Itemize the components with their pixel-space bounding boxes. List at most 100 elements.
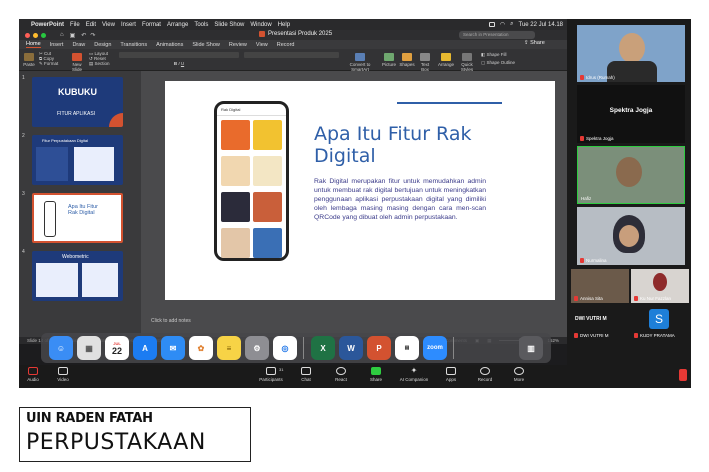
redo-icon[interactable]: ↷ (90, 32, 95, 39)
mail-icon[interactable]: ✉ (161, 336, 185, 360)
zoom-window-button[interactable] (41, 32, 46, 38)
participants-button[interactable]: Participants 31 (257, 367, 285, 382)
document-preview-icon[interactable]: ▤ (395, 336, 419, 360)
thumbnail-slide-2[interactable]: Fitur Perpustakaan Digital (32, 135, 123, 185)
participant-tile[interactable]: S KUDY PRATAMA (631, 306, 689, 340)
chrome-icon[interactable]: ◎ (273, 336, 297, 360)
thumbnail-slide-3-selected[interactable]: Apa Itu Fitur Rak Digital (32, 193, 123, 243)
tab-home[interactable]: Home (26, 41, 41, 48)
ai-companion-button[interactable]: ✦ AI Companion (397, 367, 431, 383)
wifi-icon[interactable]: ◠ (500, 21, 505, 28)
settings-icon[interactable]: ⚙ (245, 336, 269, 360)
current-slide[interactable]: Rak Digital Apa Itu Fitur Rak Digital Ra… (165, 81, 555, 300)
thumbnail-logo-text: KUBUKU (58, 87, 97, 97)
format-painter-button[interactable]: ✎ Format (39, 61, 58, 66)
menu-window[interactable]: Window (250, 22, 271, 28)
share-button[interactable]: ⇪ Share (524, 40, 545, 46)
search-menubar-icon[interactable]: ⌕ (510, 21, 513, 28)
home-icon[interactable]: ⌂ (60, 32, 64, 38)
battery-icon[interactable] (488, 22, 495, 27)
tab-view[interactable]: View (256, 42, 268, 48)
save-icon[interactable]: ▣ (70, 32, 76, 39)
notes-field[interactable]: Click to add notes (151, 318, 191, 324)
menu-format[interactable]: Format (142, 22, 161, 28)
tab-draw[interactable]: Draw (72, 42, 85, 48)
record-button[interactable]: Record (471, 367, 499, 382)
bold-icon[interactable]: B (174, 61, 177, 66)
close-window-button[interactable] (25, 32, 30, 38)
react-button[interactable]: React (327, 367, 355, 382)
zoom-app-icon[interactable]: zoom (423, 336, 447, 360)
search-input[interactable]: Search in Presentation (459, 31, 535, 39)
app-store-icon[interactable]: A (133, 336, 157, 360)
powerpoint-icon[interactable]: P (367, 336, 391, 360)
menu-help[interactable]: Help (278, 22, 290, 28)
menu-view[interactable]: View (102, 22, 115, 28)
participant-tile[interactable]: Spektra Jogja Spektra Jogja (577, 85, 685, 143)
tab-insert[interactable]: Insert (50, 42, 64, 48)
picture-button[interactable]: Picture (381, 53, 397, 67)
paste-button[interactable]: Paste (22, 53, 36, 67)
share-screen-button[interactable]: Share (362, 367, 390, 382)
trash-icon[interactable]: ▥ (519, 336, 543, 360)
audio-button[interactable]: Audio (19, 367, 47, 382)
menu-insert[interactable]: Insert (121, 22, 136, 28)
photos-icon[interactable]: ✿ (189, 336, 213, 360)
apps-icon (446, 367, 456, 375)
shape-fill-button[interactable]: ◧ Shape Fill (481, 52, 515, 57)
tab-record[interactable]: Record (277, 42, 295, 48)
shapes-button[interactable]: Shapes (399, 53, 415, 67)
tab-animations[interactable]: Animations (156, 42, 183, 48)
chat-button[interactable]: Chat (292, 367, 320, 382)
participant-tile[interactable]: Ku Nur Fazzlan (631, 269, 689, 303)
audio-label: Audio (27, 377, 39, 382)
tab-transitions[interactable]: Transitions (120, 42, 147, 48)
participant-tile[interactable]: Idrus (Rumah) (577, 25, 685, 82)
calendar-icon[interactable]: JUL 22 (105, 336, 129, 360)
convert-smartart-button[interactable]: Convert to SmartArt (349, 53, 371, 72)
section-button[interactable]: ▤ Section (89, 61, 110, 66)
menu-slideshow[interactable]: Slide Show (214, 22, 244, 28)
thumbnail-slide-4[interactable]: Webometric (32, 251, 123, 301)
minimize-window-button[interactable] (33, 32, 38, 38)
paragraph-controls[interactable] (244, 52, 339, 58)
undo-icon[interactable]: ↶ (81, 32, 86, 39)
tab-slide-show[interactable]: Slide Show (192, 42, 220, 48)
underline-icon[interactable]: U (181, 61, 184, 66)
participant-tile-active[interactable]: Hafiz (577, 146, 685, 204)
textbox-button[interactable]: Text Box (417, 53, 433, 72)
quick-styles-button[interactable]: Quick Styles (458, 53, 476, 72)
menu-clock[interactable]: Tue 22 Jul 14.18 (519, 22, 563, 28)
shape-format-group: ◧ Shape Fill ▢ Shape Outline (481, 52, 515, 65)
shape-outline-button[interactable]: ▢ Shape Outline (481, 60, 515, 65)
launchpad-icon[interactable]: ▦ (77, 336, 101, 360)
new-slide-button[interactable]: New Slide (69, 53, 85, 72)
word-icon[interactable]: W (339, 336, 363, 360)
participant-tile[interactable]: DWI VUTRI M DWI VUTRI M (571, 306, 629, 340)
participant-tile[interactable]: Annisa Sita (571, 269, 629, 303)
menu-arrange[interactable]: Arrange (167, 22, 188, 28)
font-selector[interactable] (119, 52, 239, 58)
font-format-controls[interactable]: B I U (119, 61, 239, 67)
menu-edit[interactable]: Edit (86, 22, 96, 28)
menu-file[interactable]: File (70, 22, 80, 28)
dock: ☺ ▦ JUL 22 A ✉ ✿ ≡ ⚙ ◎ X W P ▤ zoom ▥ (41, 333, 551, 363)
tab-design[interactable]: Design (94, 42, 111, 48)
menu-tools[interactable]: Tools (194, 22, 208, 28)
notes-app-icon[interactable]: ≡ (217, 336, 241, 360)
participant-tile[interactable]: Nurmalina (577, 207, 685, 265)
more-button[interactable]: More (505, 367, 533, 382)
video-button[interactable]: Video (49, 367, 77, 382)
phone-mockup: Rak Digital (214, 101, 289, 261)
italic-icon[interactable]: I (178, 61, 179, 66)
thumbnail-slide-1[interactable]: KUBUKU FITUR APLIKASI (32, 77, 123, 127)
share-screen-label: Share (369, 377, 382, 382)
leave-button[interactable] (679, 369, 687, 381)
finder-icon[interactable]: ☺ (49, 336, 73, 360)
excel-icon[interactable]: X (311, 336, 335, 360)
arrange-button[interactable]: Arrange (437, 53, 455, 67)
tab-review[interactable]: Review (229, 42, 247, 48)
apps-button[interactable]: Apps (437, 367, 465, 382)
menu-app-name[interactable]: PowerPoint (31, 22, 64, 28)
more-label: More (513, 377, 525, 382)
